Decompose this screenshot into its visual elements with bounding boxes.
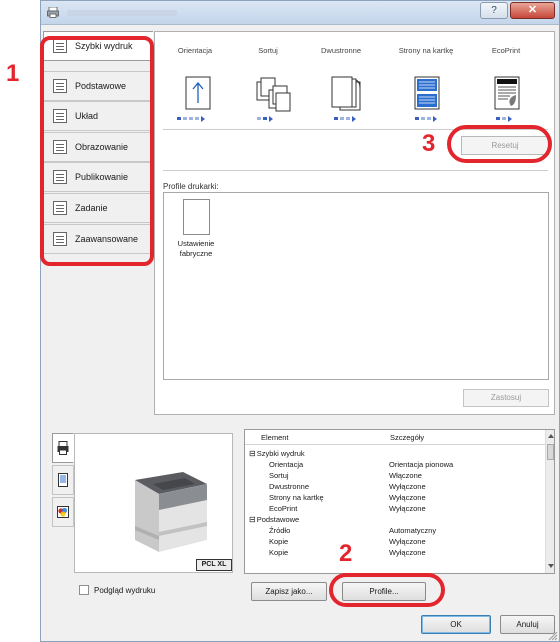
ecoprint-icon[interactable] [494, 76, 520, 110]
callout-1: 1 [6, 60, 20, 87]
save-as-button[interactable]: Zapisz jako... [251, 582, 327, 601]
printer-profiles-list[interactable]: Ustawienie fabryczne [163, 192, 549, 380]
reset-highlight [447, 125, 552, 163]
ecoprint-selector[interactable] [496, 115, 512, 122]
title-bar[interactable]: ? ✕ [41, 1, 559, 25]
orientation-selector[interactable] [177, 115, 205, 122]
page-view-tab[interactable] [52, 465, 74, 495]
divider [163, 170, 548, 171]
printer-image [135, 472, 207, 552]
window-title [67, 10, 177, 16]
print-preview-option[interactable]: Podgląd wydruku [79, 585, 155, 595]
list-item: EcoPrint Wyłączone [269, 504, 426, 513]
list-item: Sortuj Włączone [269, 471, 422, 480]
pages-per-sheet-icon[interactable] [414, 76, 440, 110]
callout-2: 2 [339, 540, 353, 567]
printer-icon [47, 7, 59, 18]
help-button[interactable]: ? [480, 2, 508, 19]
settings-details-list[interactable]: Element Szczegóły Szybki wydruk Orientac… [244, 429, 555, 574]
scroll-up-arrow[interactable] [548, 434, 554, 438]
duplex-label: Dwustronne [320, 46, 362, 55]
printer-profiles-label: Profile drukarki: [163, 182, 219, 191]
duplex-icon[interactable] [330, 76, 364, 112]
printer-icon [57, 441, 69, 455]
pages-per-sheet-selector[interactable] [415, 115, 437, 122]
collate-icon[interactable] [255, 76, 291, 112]
duplex-selector[interactable] [334, 115, 356, 122]
orientation-portrait-icon[interactable] [185, 76, 211, 110]
print-preview-label: Podgląd wydruku [94, 585, 156, 595]
resize-grip-icon[interactable] [548, 631, 558, 641]
column-header-details[interactable]: Szczegóły [390, 433, 424, 442]
tabs-highlight [40, 36, 154, 266]
printer-preview: PCL XL [74, 433, 233, 573]
color-view-tab[interactable] [52, 497, 74, 527]
collate-selector[interactable] [257, 115, 273, 122]
printer-view-tab[interactable] [52, 433, 74, 463]
collate-label: Sortuj [258, 46, 278, 55]
pages-per-sheet-label: Strony na kartkę [398, 46, 454, 55]
profiles-highlight [329, 573, 445, 607]
details-scrollbar[interactable] [545, 430, 554, 573]
callout-3: 3 [422, 130, 436, 157]
pcl-xl-badge: PCL XL [196, 559, 232, 571]
list-item: Źródło Automatyczny [269, 526, 437, 535]
details-header: Element Szczegóły [245, 430, 545, 445]
print-preview-checkbox[interactable] [79, 585, 89, 595]
list-item: Orientacja Orientacja pionowa [269, 460, 454, 469]
scroll-down-arrow[interactable] [548, 564, 554, 568]
ecoprint-label: EcoPrint [491, 46, 521, 55]
profile-page-icon [182, 199, 210, 235]
page-icon [58, 473, 68, 487]
orientation-label: Orientacja [177, 46, 213, 55]
column-header-element[interactable]: Element [261, 433, 289, 442]
list-item[interactable]: Szybki wydruk [245, 448, 545, 459]
list-item: Kopie Wyłączone [269, 537, 426, 546]
apply-button[interactable]: Zastosuj [463, 389, 549, 407]
close-button[interactable]: ✕ [510, 2, 555, 19]
list-item: Dwustronne Wyłączone [269, 482, 426, 491]
cancel-button[interactable]: Anuluj [500, 615, 555, 634]
profile-item-label: Ustawienie fabryczne [177, 239, 215, 258]
profile-item[interactable]: Ustawienie fabryczne [170, 199, 222, 259]
quick-print-panel: Orientacja Sortuj Dwustronne Strony na k… [154, 31, 555, 415]
list-item: Kopie Wyłączone [269, 548, 426, 557]
color-palette-icon [57, 506, 69, 518]
scroll-thumb[interactable] [547, 444, 554, 460]
list-item: Strony na kartkę Wyłączone [269, 493, 426, 502]
list-item[interactable]: Podstawowe [245, 514, 545, 525]
ok-button[interactable]: OK [421, 615, 491, 634]
